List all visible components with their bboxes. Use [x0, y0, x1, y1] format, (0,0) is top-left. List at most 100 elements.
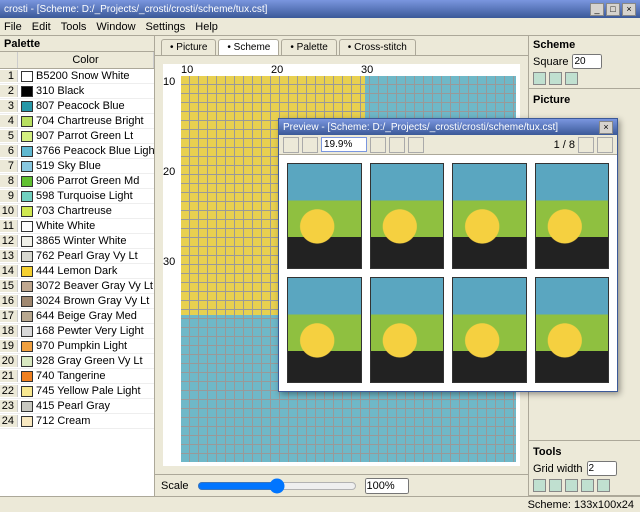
color-row[interactable]: 9598 Turquoise Light [0, 189, 154, 204]
color-header: Color [0, 52, 154, 69]
preview-thumb[interactable] [452, 277, 527, 383]
color-row[interactable]: 8906 Parrot Green Md [0, 174, 154, 189]
color-col-header: Color [18, 52, 154, 68]
tools-panel-title: Tools [533, 446, 636, 458]
color-name: 807 Peacock Blue [36, 100, 154, 112]
square-label: Square [533, 56, 568, 68]
color-swatch [21, 401, 33, 412]
color-row[interactable]: 17644 Beige Gray Med [0, 309, 154, 324]
prev-page-icon[interactable] [578, 137, 594, 153]
color-row[interactable]: 24712 Cream [0, 414, 154, 429]
color-row[interactable]: 123865 Winter White [0, 234, 154, 249]
color-swatch [21, 266, 33, 277]
menu-edit[interactable]: Edit [32, 21, 51, 33]
tool-icon[interactable] [549, 72, 562, 85]
preview-thumb[interactable] [370, 163, 445, 269]
color-row[interactable]: 2310 Black [0, 84, 154, 99]
color-row[interactable]: 4704 Chartreuse Bright [0, 114, 154, 129]
color-row[interactable]: 20928 Gray Green Vy Lt [0, 354, 154, 369]
zoom-value[interactable]: 19.9% [321, 137, 367, 152]
color-swatch [21, 281, 33, 292]
preview-thumb[interactable] [452, 163, 527, 269]
color-row[interactable]: 63766 Peacock Blue Light [0, 144, 154, 159]
color-name: 703 Chartreuse [36, 205, 154, 217]
grid-width-input[interactable] [587, 461, 617, 476]
tab-picture[interactable]: • Picture [161, 39, 216, 55]
tab-cross-stitch[interactable]: • Cross-stitch [339, 39, 416, 55]
color-row[interactable]: 153072 Beaver Gray Vy Lt [0, 279, 154, 294]
preview-thumb[interactable] [287, 163, 362, 269]
color-row[interactable]: 1B5200 Snow White [0, 69, 154, 84]
color-name: 644 Beige Gray Med [36, 310, 154, 322]
scale-slider[interactable] [197, 478, 357, 494]
tab-scheme[interactable]: • Scheme [218, 39, 279, 55]
preview-thumb[interactable] [535, 163, 610, 269]
preview-thumbs [279, 155, 617, 391]
color-name: 519 Sky Blue [36, 160, 154, 172]
color-name: 745 Yellow Pale Light [36, 385, 154, 397]
scheme-tool-icons [533, 72, 636, 85]
menu-window[interactable]: Window [96, 21, 135, 33]
color-name: 310 Black [36, 85, 154, 97]
tool-icon[interactable] [565, 479, 578, 492]
preview-thumb[interactable] [535, 277, 610, 383]
menu-file[interactable]: File [4, 21, 22, 33]
preview-thumb[interactable] [370, 277, 445, 383]
color-swatch [21, 221, 33, 232]
ruler-horizontal: 102030 [181, 64, 516, 76]
scale-bar: Scale [155, 474, 528, 496]
color-row[interactable]: 7519 Sky Blue [0, 159, 154, 174]
close-icon[interactable]: × [622, 3, 636, 16]
menubar: File Edit Tools Window Settings Help [0, 18, 640, 36]
preview-toolbar: 19.9% 1 / 8 [279, 135, 617, 155]
print-icon[interactable] [302, 137, 318, 153]
tab-palette[interactable]: • Palette [281, 39, 336, 55]
color-swatch [21, 416, 33, 427]
palette-title: Palette [0, 36, 154, 52]
zoom-out-icon[interactable] [370, 137, 386, 153]
maximize-icon[interactable]: □ [606, 3, 620, 16]
zoom-in-icon[interactable] [389, 137, 405, 153]
ruler-vertical: 102030 [163, 76, 181, 346]
color-row[interactable]: 11White White [0, 219, 154, 234]
color-row[interactable]: 14444 Lemon Dark [0, 264, 154, 279]
color-name: 928 Gray Green Vy Lt [36, 355, 154, 367]
picture-panel-title: Picture [533, 94, 636, 106]
minimize-icon[interactable]: _ [590, 3, 604, 16]
tool-icon[interactable] [549, 479, 562, 492]
save-icon[interactable] [283, 137, 299, 153]
color-row[interactable]: 19970 Pumpkin Light [0, 339, 154, 354]
menu-settings[interactable]: Settings [146, 21, 186, 33]
color-row[interactable]: 163024 Brown Gray Vy Lt [0, 294, 154, 309]
tool-icon[interactable] [533, 72, 546, 85]
preview-window[interactable]: Preview - [Scheme: D:/_Projects/_crosti/… [278, 118, 618, 392]
tool-icon[interactable] [533, 479, 546, 492]
fit-icon[interactable] [408, 137, 424, 153]
tool-icon[interactable] [581, 479, 594, 492]
color-list[interactable]: 1B5200 Snow White2310 Black3807 Peacock … [0, 69, 154, 496]
menu-tools[interactable]: Tools [61, 21, 87, 33]
next-page-icon[interactable] [597, 137, 613, 153]
app-title: crosti - [Scheme: D:/_Projects/_crosti/c… [4, 4, 588, 15]
square-input[interactable] [572, 54, 602, 69]
color-swatch [21, 341, 33, 352]
color-row[interactable]: 22745 Yellow Pale Light [0, 384, 154, 399]
tool-icon[interactable] [597, 479, 610, 492]
color-row[interactable]: 18168 Pewter Very Light [0, 324, 154, 339]
color-swatch [21, 116, 33, 127]
color-row[interactable]: 3807 Peacock Blue [0, 99, 154, 114]
color-swatch [21, 296, 33, 307]
tool-icon[interactable] [565, 72, 578, 85]
preview-thumb[interactable] [287, 277, 362, 383]
color-row[interactable]: 13762 Pearl Gray Vy Lt [0, 249, 154, 264]
page-indicator: 1 / 8 [554, 139, 575, 151]
color-row[interactable]: 23415 Pearl Gray [0, 399, 154, 414]
color-row[interactable]: 21740 Tangerine [0, 369, 154, 384]
menu-help[interactable]: Help [195, 21, 218, 33]
preview-close-icon[interactable]: × [599, 121, 613, 134]
scale-value[interactable] [365, 478, 409, 494]
color-row[interactable]: 5907 Parrot Green Lt [0, 129, 154, 144]
grid-width-label: Grid width [533, 463, 583, 475]
color-row[interactable]: 10703 Chartreuse [0, 204, 154, 219]
color-name: 712 Cream [36, 415, 154, 427]
